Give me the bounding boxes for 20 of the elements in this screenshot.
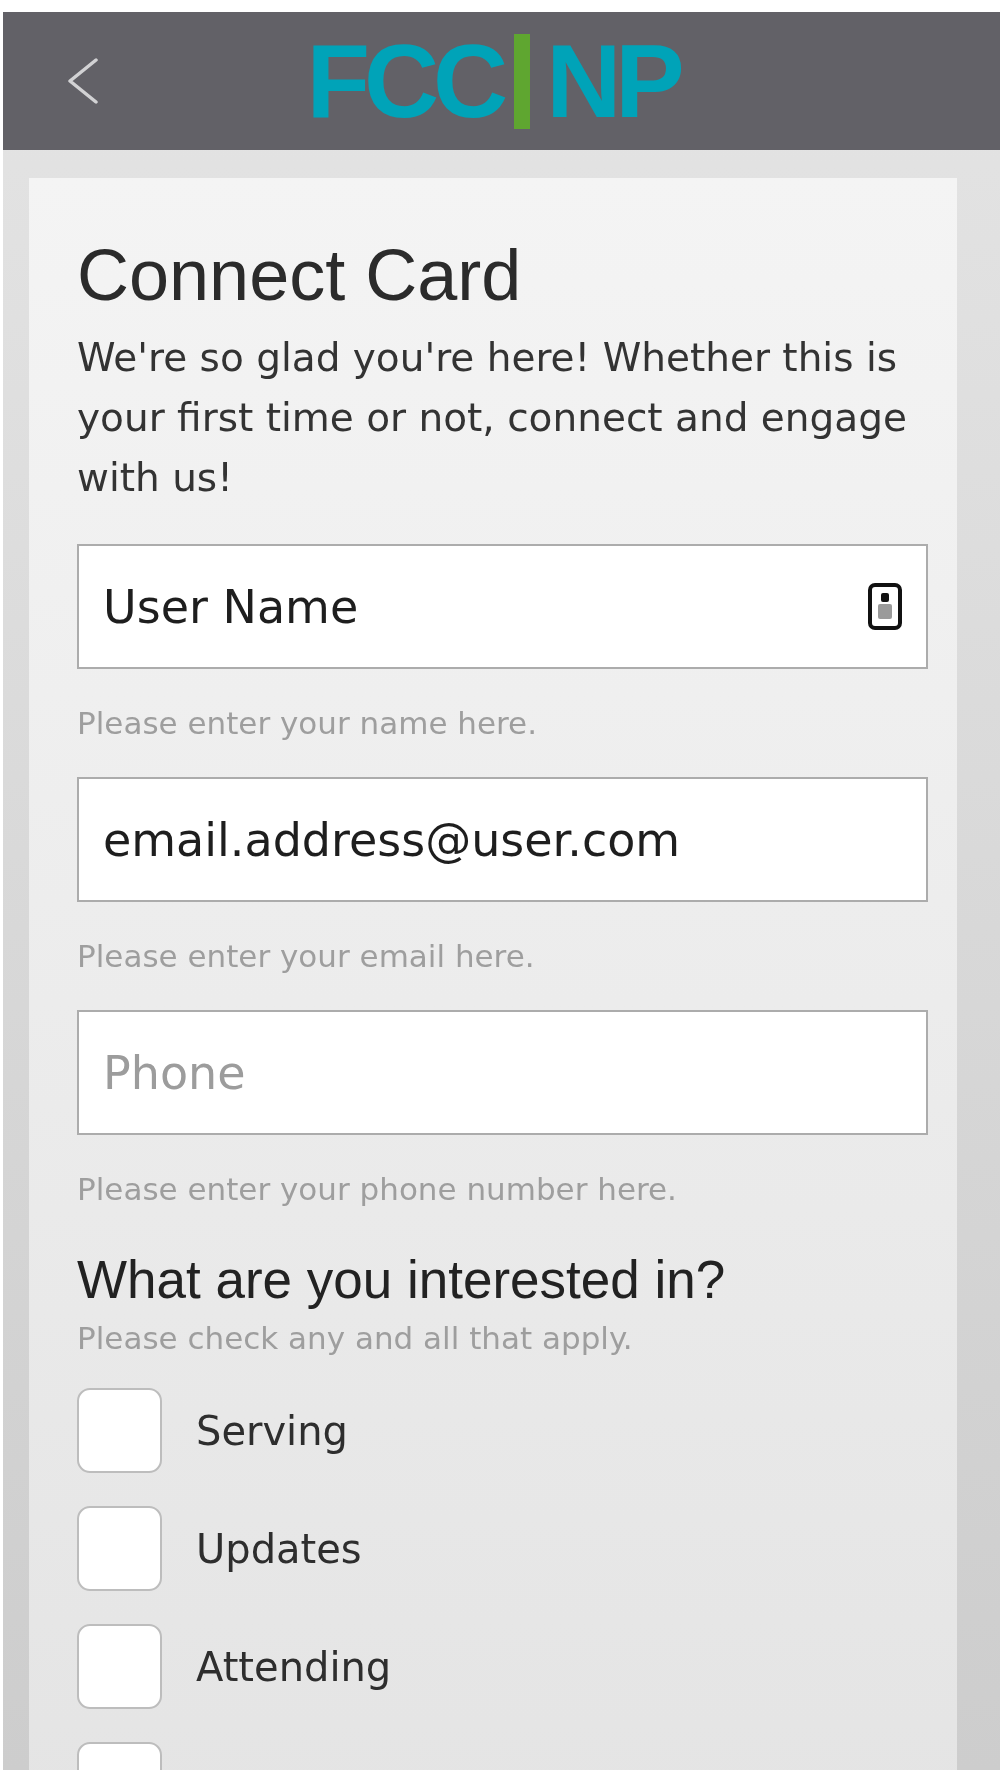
checkbox-label: Attending	[196, 1642, 392, 1691]
section-heading: What are you interested in?	[77, 1249, 727, 1311]
logo-bar-icon	[514, 33, 531, 129]
input-field[interactable]: User Name	[77, 544, 928, 669]
checkbox-label: Updates	[196, 1524, 362, 1573]
section-hint: Please check any and all that apply.	[77, 1319, 634, 1357]
checkbox[interactable]	[77, 1506, 162, 1591]
card-title: Connect Card	[77, 236, 523, 315]
logo-text: FCC	[306, 29, 503, 133]
field-hint: Please enter your name here.	[77, 705, 539, 741]
input-field[interactable]: email.address@user.com	[77, 777, 928, 902]
checkbox[interactable]	[77, 1388, 162, 1473]
contact-card-icon	[868, 583, 902, 630]
field-hint: Please enter your email here.	[77, 938, 536, 974]
field-hint: Please enter your phone number here.	[77, 1171, 678, 1207]
logo-text: NP	[546, 29, 679, 133]
back-icon[interactable]	[67, 58, 99, 104]
intro-text: We're so glad you're here! Whether this is your first time or not, connect and engage with us!	[77, 334, 908, 502]
checkbox[interactable]	[77, 1624, 162, 1709]
checkbox-label: Serving	[196, 1406, 348, 1455]
